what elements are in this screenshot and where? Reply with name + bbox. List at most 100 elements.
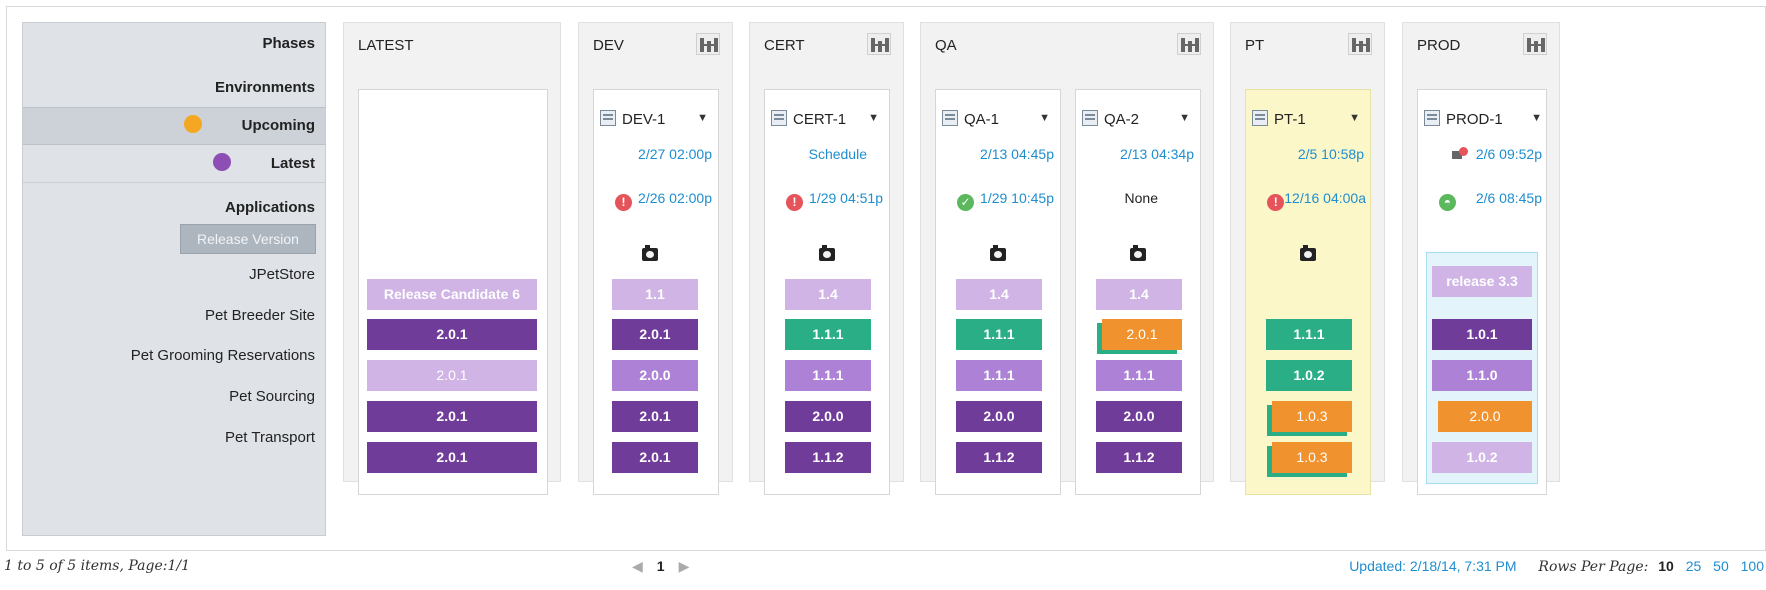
app-label-pet-breeder-site: Pet Breeder Site — [204, 307, 315, 324]
rows-option-100[interactable]: 100 — [1741, 558, 1764, 574]
env-label-qa-1: QA-1 — [964, 111, 1000, 128]
qa1-version-pet-grooming[interactable]: 1.1.1 — [956, 360, 1042, 391]
dev-version-pet-transport[interactable]: 2.0.1 — [612, 442, 698, 473]
qa1-release[interactable]: 1.4 — [956, 279, 1042, 310]
latest-version-pet-sourcing[interactable]: 2.0.1 — [367, 401, 537, 432]
release-version-button[interactable]: Release Version — [180, 224, 316, 254]
rows-per-page-label: Rows Per Page: — [1538, 559, 1649, 575]
prod-release[interactable]: release 3.3 — [1432, 266, 1532, 297]
cert-version-pet-grooming[interactable]: 1.1.1 — [785, 360, 871, 391]
chevron-down-icon[interactable]: ▼ — [1039, 112, 1050, 124]
env-name-dev-1[interactable]: DEV-1 — [600, 110, 665, 128]
footer-right: Updated: 2/18/14, 7:31 PM Rows Per Page:… — [1349, 558, 1764, 575]
app-label-pet-grooming: Pet Grooming Reservations — [130, 347, 315, 364]
upcoming-label: Upcoming — [241, 117, 315, 134]
phase-pt: PT PT-1 ▼ 2/5 10:58p ! 12/16 04:00a 1.1.1… — [1230, 22, 1385, 495]
env-dev-1: DEV-1 ▼ 2/27 02:00p ! 2/26 02:00p 1.1 2.0… — [593, 89, 719, 495]
env-name-qa-2[interactable]: QA-2 — [1082, 110, 1139, 128]
rows-option-25[interactable]: 25 — [1686, 558, 1702, 574]
compare-icon-dev[interactable] — [696, 33, 720, 55]
error-icon: ! — [615, 194, 633, 211]
latest-dev-1[interactable]: ! 2/26 02:00p — [615, 190, 712, 211]
snapshot-camera-icon[interactable] — [990, 245, 1006, 261]
prod-version-pet-breeder[interactable]: 1.0.1 — [1432, 319, 1532, 350]
qa2-version-pet-sourcing[interactable]: 2.0.0 — [1096, 401, 1182, 432]
upcoming-prod-1[interactable]: 2/6 09:52p — [1451, 146, 1542, 162]
latest-version-pet-grooming[interactable]: 2.0.1 — [367, 360, 537, 391]
latest-version-pet-breeder[interactable]: 2.0.1 — [367, 319, 537, 350]
qa1-version-pet-transport[interactable]: 1.1.2 — [956, 442, 1042, 473]
pt-version-pet-sourcing[interactable]: 1.0.3 — [1272, 401, 1352, 432]
snapshot-camera-icon[interactable] — [1300, 245, 1316, 261]
error-icon: ! — [1267, 194, 1285, 211]
compare-icon-qa[interactable] — [1177, 33, 1201, 55]
compare-icon-prod[interactable] — [1523, 33, 1547, 55]
latest-pt-1[interactable]: ! 12/16 04:00a — [1267, 190, 1366, 211]
dev-version-pet-breeder[interactable]: 2.0.1 — [612, 319, 698, 350]
chevron-down-icon[interactable]: ▼ — [1179, 112, 1190, 124]
dev-release[interactable]: 1.1 — [612, 279, 698, 310]
upcoming-qa-2[interactable]: 2/13 04:34p — [1120, 146, 1194, 162]
latest-row: Latest — [23, 145, 325, 183]
rows-option-50[interactable]: 50 — [1713, 558, 1729, 574]
latest-prod-1[interactable]: ◓ 2/6 08:45p — [1438, 190, 1542, 211]
cert-release[interactable]: 1.4 — [785, 279, 871, 310]
snapshot-camera-icon[interactable] — [819, 245, 835, 261]
env-label-qa-2: QA-2 — [1104, 111, 1140, 128]
latest-pt-1-text: 12/16 04:00a — [1284, 190, 1366, 206]
cert-version-pet-sourcing[interactable]: 2.0.0 — [785, 401, 871, 432]
dev-version-pet-grooming[interactable]: 2.0.0 — [612, 360, 698, 391]
pt-version-pet-breeder[interactable]: 1.1.1 — [1266, 319, 1352, 350]
updated-timestamp: Updated: 2/18/14, 7:31 PM — [1349, 558, 1517, 574]
pt-version-pet-grooming[interactable]: 1.0.2 — [1266, 360, 1352, 391]
compare-icon-pt[interactable] — [1348, 33, 1372, 55]
env-name-qa-1[interactable]: QA-1 — [942, 110, 999, 128]
qa1-version-pet-breeder[interactable]: 1.1.1 — [956, 319, 1042, 350]
qa2-release[interactable]: 1.4 — [1096, 279, 1182, 310]
chevron-down-icon[interactable]: ▼ — [1349, 112, 1360, 124]
latest-cert-1[interactable]: ! 1/29 04:51p — [786, 190, 883, 211]
schedule-link-cert-1[interactable]: Schedule — [809, 146, 867, 162]
env-name-cert-1[interactable]: CERT-1 — [771, 110, 846, 128]
cert-version-pet-transport[interactable]: 1.1.2 — [785, 442, 871, 473]
latest-version-pet-transport[interactable]: 2.0.1 — [367, 442, 537, 473]
prod-version-pet-transport[interactable]: 1.0.2 — [1432, 442, 1532, 473]
snapshot-camera-icon[interactable] — [642, 245, 658, 261]
chevron-down-icon[interactable]: ▼ — [1531, 112, 1542, 124]
current-page[interactable]: 1 — [657, 558, 665, 574]
qa2-version-pet-grooming[interactable]: 1.1.1 — [1096, 360, 1182, 391]
chevron-down-icon[interactable]: ▼ — [868, 112, 879, 124]
env-qa-1: QA-1 ▼ 2/13 04:45p ✓ 1/29 10:45p 1.4 1.1.… — [935, 89, 1061, 495]
app-label-jpetstore: JPetStore — [249, 266, 315, 283]
prev-page-icon[interactable]: ◀ — [632, 558, 643, 574]
phase-title-pt: PT — [1245, 37, 1265, 54]
upcoming-dev-1[interactable]: 2/27 02:00p — [638, 146, 712, 162]
rows-option-selected[interactable]: 10 — [1658, 558, 1674, 574]
pt-version-pet-transport[interactable]: 1.0.3 — [1272, 442, 1352, 473]
prod-version-pet-sourcing[interactable]: 2.0.0 — [1438, 401, 1532, 432]
upcoming-pt-1[interactable]: 2/5 10:58p — [1298, 146, 1364, 162]
latest-qa-1[interactable]: ✓ 1/29 10:45p — [957, 190, 1054, 211]
next-page-icon[interactable]: ▶ — [679, 558, 690, 574]
upcoming-qa-1[interactable]: 2/13 04:45p — [980, 146, 1054, 162]
phase-latest: LATEST Release Candidate 6 2.0.1 2.0.1 2… — [343, 22, 561, 495]
latest-cert-1-text: 1/29 04:51p — [809, 190, 883, 206]
server-icon — [942, 110, 958, 126]
phase-prod: PROD PROD-1 ▼ 2/6 09:52p ◓ 2/6 08:45p rel… — [1402, 22, 1560, 495]
cert-version-pet-breeder[interactable]: 1.1.1 — [785, 319, 871, 350]
chevron-down-icon[interactable]: ▼ — [697, 112, 708, 124]
env-name-prod-1[interactable]: PROD-1 — [1424, 110, 1503, 128]
qa1-version-pet-sourcing[interactable]: 2.0.0 — [956, 401, 1042, 432]
env-prod-1: PROD-1 ▼ 2/6 09:52p ◓ 2/6 08:45p release … — [1417, 89, 1547, 495]
qa2-version-pet-breeder[interactable]: 2.0.1 — [1102, 319, 1182, 350]
dev-version-pet-sourcing[interactable]: 2.0.1 — [612, 401, 698, 432]
snapshot-camera-icon[interactable] — [1130, 245, 1146, 261]
env-qa-2: QA-2 ▼ 2/13 04:34p None 1.4 2.0.1 1.1.1 … — [1075, 89, 1201, 495]
env-name-pt-1[interactable]: PT-1 — [1252, 110, 1306, 128]
qa2-version-pet-transport[interactable]: 1.1.2 — [1096, 442, 1182, 473]
prod-version-pet-grooming[interactable]: 1.1.0 — [1432, 360, 1532, 391]
latest-release-candidate[interactable]: Release Candidate 6 — [367, 279, 537, 310]
latest-qa-1-text: 1/29 10:45p — [980, 190, 1054, 206]
latest-dot-icon — [212, 153, 231, 171]
compare-icon-cert[interactable] — [867, 33, 891, 55]
